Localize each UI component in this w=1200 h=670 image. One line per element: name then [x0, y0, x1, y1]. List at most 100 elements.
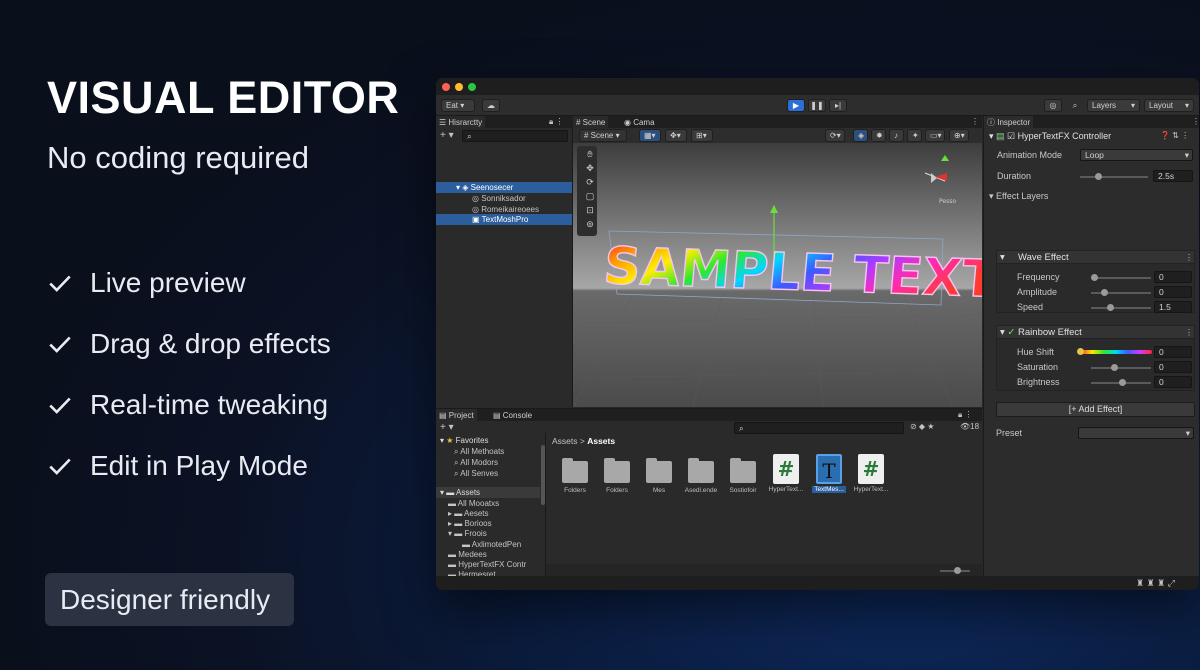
- rect-tool-icon[interactable]: ⊡: [583, 204, 597, 217]
- asset-tile[interactable]: Mes: [639, 458, 679, 494]
- 2d-toggle-icon[interactable]: ◈: [853, 129, 868, 142]
- transform-tool-icon[interactable]: ⊚: [583, 218, 597, 231]
- saturation-field[interactable]: 0: [1154, 361, 1192, 373]
- more-icon[interactable]: ⋮: [1192, 117, 1199, 126]
- list-item[interactable]: ▾ ▬ Froois: [448, 529, 487, 538]
- add-effect-button[interactable]: [+ Add Effect]: [996, 402, 1195, 417]
- lock-icon[interactable]: 🔒︎ ⋮: [549, 117, 563, 127]
- frequency-slider[interactable]: [1091, 277, 1151, 279]
- gizmos-icon[interactable]: ⊕▾: [949, 129, 969, 142]
- orientation-icon[interactable]: ⟳▾: [825, 129, 845, 142]
- amplitude-field[interactable]: 0: [1154, 286, 1192, 298]
- close-window-button[interactable]: [442, 83, 450, 91]
- icon-size-slider-knob[interactable]: [954, 567, 961, 574]
- list-item[interactable]: ▸ ▬ Aesets: [448, 509, 489, 518]
- speed-field[interactable]: 1.5: [1154, 301, 1192, 313]
- play-button[interactable]: ▶: [787, 99, 805, 112]
- hierarchy-search-input[interactable]: ⌕: [462, 130, 568, 142]
- search-icon[interactable]: ⌕: [1066, 99, 1084, 112]
- rainbow-more-icon[interactable]: ⋮: [1185, 328, 1193, 337]
- step-button[interactable]: ▸|: [829, 99, 847, 112]
- amplitude-slider[interactable]: [1091, 292, 1151, 294]
- amplitude-slider-knob[interactable]: [1101, 289, 1108, 296]
- scene-viewport[interactable]: SAMPLE TEXT Pesso: [573, 143, 982, 407]
- assets-foldout[interactable]: ▾ ▬ Assets: [440, 488, 480, 497]
- list-item[interactable]: ⌕ All Modors: [454, 458, 498, 468]
- audio-icon[interactable]: ♪: [889, 129, 904, 142]
- component-settings-icon[interactable]: ❓ ⇅ ⋮: [1160, 131, 1189, 140]
- tree-scrollbar[interactable]: [541, 445, 545, 505]
- layers-dropdown[interactable]: Layers ▾: [1087, 99, 1140, 112]
- maximize-window-button[interactable]: [468, 83, 476, 91]
- frequency-slider-knob[interactable]: [1091, 274, 1098, 281]
- camera-icon[interactable]: ▭▾: [925, 129, 945, 142]
- duration-field[interactable]: 2.5s: [1153, 170, 1193, 182]
- brightness-slider-knob[interactable]: [1119, 379, 1126, 386]
- tab-inspector[interactable]: ⓘ Inspector: [984, 116, 1034, 128]
- saturation-slider[interactable]: [1091, 367, 1151, 369]
- list-item[interactable]: ▬ AxlimotedPen: [462, 540, 521, 549]
- tab-scene[interactable]: # Scene: [573, 116, 609, 128]
- add-object-button[interactable]: + ▾: [440, 130, 454, 141]
- create-asset-button[interactable]: + ▾: [440, 422, 454, 433]
- list-item[interactable]: ▣ TextMoshPro: [472, 215, 528, 224]
- breadcrumb-root[interactable]: Assets: [552, 436, 578, 446]
- hue-shift-slider[interactable]: [1080, 350, 1152, 354]
- snap-icon[interactable]: ⊞▾: [691, 129, 713, 142]
- asset-tile[interactable]: Folders: [555, 458, 595, 494]
- list-item[interactable]: ⌕ All Senves: [454, 469, 498, 479]
- collab-icon[interactable]: ◎: [1044, 99, 1062, 112]
- pivot-icon[interactable]: ✥▾: [665, 129, 687, 142]
- wave-more-icon[interactable]: ⋮: [1185, 253, 1193, 262]
- component-header[interactable]: ▾ ▤ ☑ HyperTextFX Controller: [989, 131, 1111, 142]
- tab-project[interactable]: ▤ Project: [436, 409, 477, 421]
- hue-shift-slider-knob[interactable]: [1077, 348, 1084, 355]
- fx-icon[interactable]: ✦: [907, 129, 922, 142]
- animation-mode-dropdown[interactable]: Loop ▾: [1080, 149, 1193, 161]
- list-item[interactable]: ⌕ All Methoats: [454, 447, 504, 457]
- list-item[interactable]: ◎ Sonniksador: [472, 194, 526, 203]
- wave-effect-title[interactable]: ▾ Wave Effect: [1000, 252, 1069, 263]
- pause-button[interactable]: ❚❚: [808, 99, 826, 112]
- lock-icon[interactable]: 🔒︎ ⋮: [958, 410, 972, 420]
- list-item[interactable]: ▬ All Mooatxs: [448, 499, 499, 508]
- hand-tool-icon[interactable]: ✋︎: [583, 148, 597, 161]
- frequency-field[interactable]: 0: [1154, 271, 1192, 283]
- more-icon[interactable]: ⋮: [971, 117, 979, 126]
- favorites-foldout[interactable]: ▾ ★ Favorites: [440, 436, 489, 445]
- status-icons[interactable]: ♜ ♜ ♜ ⤢: [1136, 578, 1175, 589]
- list-item[interactable]: ▬ Medees: [448, 550, 487, 559]
- speed-slider[interactable]: [1091, 307, 1151, 309]
- list-item[interactable]: ◎ Romeikaireoees: [472, 205, 539, 214]
- tab-console[interactable]: ▤ Console: [490, 409, 535, 421]
- layout-dropdown[interactable]: Layout ▾: [1144, 99, 1194, 112]
- list-item[interactable]: ▬ HyperTextFX Contr: [448, 560, 526, 569]
- speed-slider-knob[interactable]: [1107, 304, 1114, 311]
- filter-icons[interactable]: ⊘ ◆ ★: [910, 422, 934, 431]
- light-icon[interactable]: ✸: [871, 129, 886, 142]
- move-tool-icon[interactable]: ✥: [583, 162, 597, 175]
- list-item[interactable]: ▸ ▬ Borioos: [448, 519, 492, 528]
- rainbow-effect-title[interactable]: ▾ ✓ Rainbow Effect: [1000, 327, 1082, 338]
- breadcrumb-current[interactable]: Assets: [587, 436, 615, 446]
- asset-tile[interactable]: Asedl.ende: [681, 458, 721, 494]
- tab-camera[interactable]: ◉ Cama: [621, 116, 658, 128]
- hue-shift-field[interactable]: 0: [1154, 346, 1192, 358]
- duration-slider-knob[interactable]: [1095, 173, 1102, 180]
- cloud-icon[interactable]: ☁: [482, 99, 500, 112]
- brightness-field[interactable]: 0: [1154, 376, 1192, 388]
- list-item[interactable]: ▾ ◈ Seenosecer: [456, 183, 513, 192]
- tab-hierarchy[interactable]: ☰ Hisrarctty: [436, 116, 486, 128]
- scale-tool-icon[interactable]: ▢: [583, 190, 597, 203]
- saturation-slider-knob[interactable]: [1111, 364, 1118, 371]
- scene-mode-dropdown[interactable]: # Scene ▾: [579, 129, 627, 142]
- account-dropdown[interactable]: Eat ▾: [441, 99, 475, 112]
- minimize-window-button[interactable]: [455, 83, 463, 91]
- preset-dropdown[interactable]: ▾: [1078, 427, 1194, 439]
- asset-tile[interactable]: # HyperText...: [766, 454, 806, 493]
- asset-tile[interactable]: Folders: [597, 458, 637, 494]
- asset-tile-selected[interactable]: T TextMes...: [809, 454, 849, 493]
- project-search-input[interactable]: ⌕: [734, 422, 904, 434]
- asset-tile[interactable]: Sostiofoir: [723, 458, 763, 494]
- effect-layers-foldout[interactable]: ▾ Effect Layers: [989, 191, 1048, 202]
